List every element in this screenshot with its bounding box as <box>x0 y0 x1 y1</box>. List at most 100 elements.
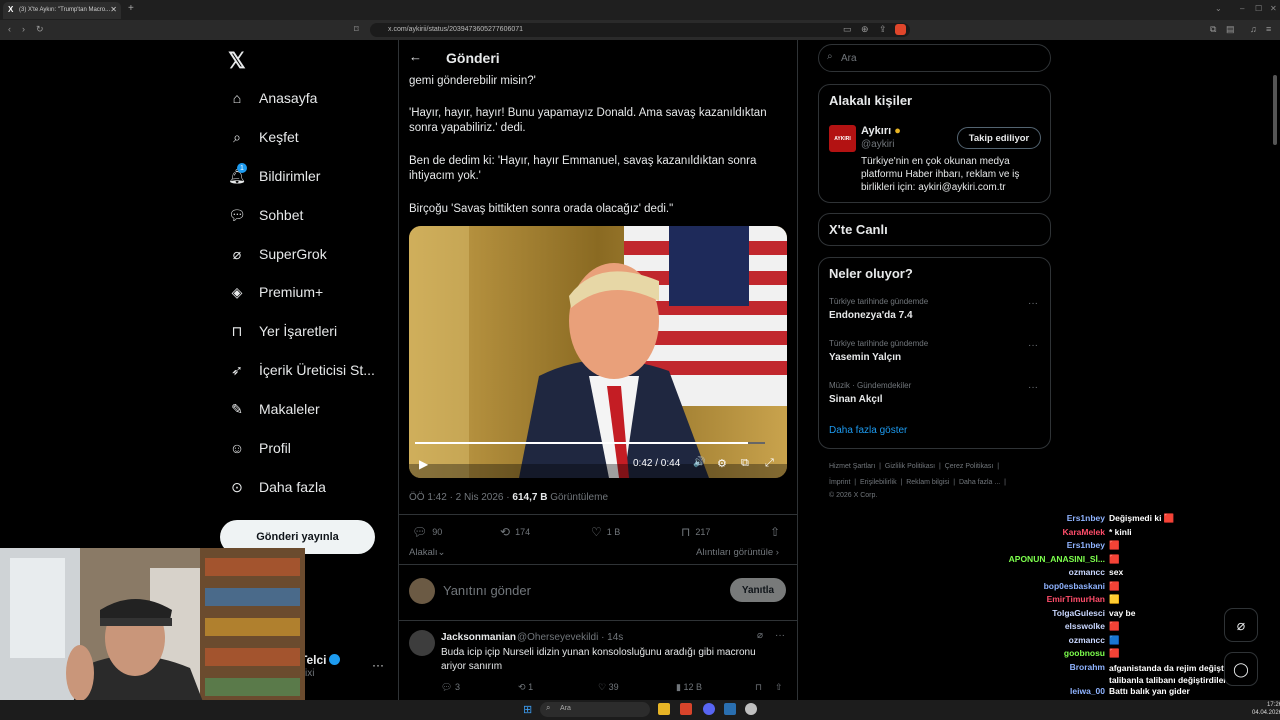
chat-username[interactable]: Brorahm <box>995 662 1105 672</box>
windows-start-icon[interactable]: ⊞ <box>523 703 532 716</box>
repost-action[interactable]: ⟲ 174 <box>500 525 530 539</box>
brave-shield-icon[interactable] <box>895 24 906 35</box>
chat-username[interactable]: EmirTimurHan <box>995 594 1105 604</box>
media-icon[interactable]: ♫ <box>1250 24 1257 34</box>
footer-link[interactable]: Hizmet Şartları <box>829 463 875 470</box>
reply-input[interactable]: Yanıtını gönder <box>443 583 531 598</box>
discord-icon[interactable] <box>703 703 715 715</box>
video-progress-track[interactable] <box>415 442 765 444</box>
grok-icon[interactable]: ⌀ <box>757 630 763 641</box>
show-more-link[interactable]: Daha fazla göster <box>829 425 907 436</box>
popout-icon[interactable]: ⧉ <box>741 457 749 470</box>
following-button[interactable]: Takip ediliyor <box>957 127 1041 149</box>
forward-nav-icon[interactable]: › <box>22 24 25 34</box>
browser-tab[interactable]: X (3) X'te Aykırı: "Trump'tan Macro... ✕ <box>3 2 121 19</box>
reply-button[interactable]: Yanıtla <box>730 578 786 602</box>
chat-username[interactable]: Ers1nbey <box>995 513 1105 523</box>
back-nav-icon[interactable]: ‹ <box>8 24 11 34</box>
chat-username[interactable]: APONUN_ANASINI_Sİ... <box>995 554 1105 564</box>
minimize-icon[interactable]: – <box>1240 4 1244 13</box>
folder-icon[interactable] <box>658 703 670 715</box>
reply-reply-action[interactable]: 💬︎ 3 <box>441 682 460 693</box>
new-tab-icon[interactable]: + <box>128 3 134 14</box>
steam-icon[interactable] <box>724 703 736 715</box>
trend-title[interactable]: Endonezya'da 7.4 <box>829 310 913 321</box>
footer-link[interactable]: İmprint <box>829 479 850 486</box>
share-page-icon[interactable]: ⇪ <box>879 24 887 35</box>
sidebar-item-profil[interactable]: ☺ Profil <box>228 433 291 463</box>
like-action[interactable]: ♡ 1 B <box>591 525 620 539</box>
sidebar-item-i-çerik-üreticisi-st-[interactable]: ➶ İçerik Üreticisi St... <box>228 355 375 385</box>
fullscreen-icon[interactable]: ⤢ <box>765 457 774 470</box>
sidebar-item-keşfet[interactable]: ⌕ Keşfet <box>228 122 299 152</box>
chat-username[interactable]: Ers1nbey <box>995 540 1105 550</box>
tab-list-icon[interactable]: ⌄ <box>1215 4 1222 13</box>
reply-action[interactable]: 💬︎ 90 <box>412 525 442 539</box>
account-more-icon[interactable]: ··· <box>372 658 384 672</box>
trend-title[interactable]: Yasemin Yalçın <box>829 352 901 363</box>
chat-username[interactable]: KaraMelek <box>995 527 1105 537</box>
bookmark-action[interactable]: ⊓ 217 <box>681 525 710 539</box>
sidebar-item-premium-[interactable]: ◈ Premium+ <box>228 277 324 307</box>
x-home-logo-icon[interactable]: 𝕏 <box>228 48 246 74</box>
trend-more-icon[interactable]: ··· <box>1028 298 1038 309</box>
chat-username[interactable]: leiwa_00 <box>995 686 1105 696</box>
address-bar[interactable]: x.com/aykirii/status/2039473605277606071 <box>370 23 910 37</box>
system-clock[interactable]: 17:26 04.04.2026 <box>1252 701 1280 717</box>
reply-like-action[interactable]: ♡ 39 <box>598 682 619 693</box>
search-input[interactable]: Ara <box>818 44 1051 72</box>
chat-username[interactable]: goobnosu <box>995 648 1105 658</box>
chat-username[interactable]: bop0esbaskani <box>995 581 1105 591</box>
quotes-link[interactable]: Alıntıları görüntüle › <box>696 547 779 558</box>
reply-more-icon[interactable]: ··· <box>775 630 785 641</box>
footer-link[interactable]: Erişilebilirlik <box>860 479 897 486</box>
extensions-icon[interactable]: ⧉ <box>1210 24 1216 35</box>
aykiri-avatar[interactable]: AYKIRI <box>829 125 856 152</box>
sidebar-toggle-icon[interactable]: ▤ <box>1226 24 1235 35</box>
sidebar-item-sohbet[interactable]: 💬︎ Sohbet <box>228 200 303 230</box>
sort-dropdown[interactable]: Alakalı⌄ <box>409 547 445 558</box>
sidebar-item-anasayfa[interactable]: ⌂ Anasayfa <box>228 83 318 113</box>
page-scrollbar[interactable] <box>1273 75 1277 145</box>
footer-link[interactable]: Daha fazla ... <box>959 479 1000 486</box>
close-tab-icon[interactable]: ✕ <box>110 5 117 14</box>
footer-link[interactable]: Reklam bilgisi <box>906 479 949 486</box>
grok-fab-icon[interactable]: ⌀ <box>1224 608 1258 642</box>
sidebar-item-makaleler[interactable]: ✎ Makaleler <box>228 394 320 424</box>
sidebar-item-daha-fazla[interactable]: ⊙ Daha fazla <box>228 472 326 502</box>
zoom-icon[interactable]: ⊕ <box>861 24 869 35</box>
messages-fab-icon[interactable]: ◯ <box>1224 652 1258 686</box>
sidebar-item-supergrok[interactable]: ⌀ SuperGrok <box>228 239 327 269</box>
trend-title[interactable]: Sinan Akçıl <box>829 394 883 405</box>
reply-bookmark-icon[interactable]: ⊓ <box>755 682 762 693</box>
taskbar-search[interactable]: Ara <box>540 702 650 717</box>
back-arrow-icon[interactable]: ← <box>409 49 422 64</box>
play-icon[interactable]: ▶ <box>419 457 428 471</box>
sidebar-item-bildirimler[interactable]: 🔔︎ 1 Bildirimler <box>228 161 320 191</box>
share-icon[interactable]: ⇧ <box>770 525 780 539</box>
trend-more-icon[interactable]: ··· <box>1028 340 1038 351</box>
reload-icon[interactable]: ↻ <box>36 24 44 35</box>
footer-link[interactable]: Çerez Politikası <box>945 463 994 470</box>
sidebar-item-yer-i-şaretleri[interactable]: ⊓ Yer İşaretleri <box>228 316 338 346</box>
close-window-icon[interactable]: ✕ <box>1270 4 1277 13</box>
app-icon[interactable] <box>745 703 757 715</box>
video-player[interactable]: ▶ 0:42 / 0:44 🔊 ⚙ ⧉ ⤢ <box>409 226 787 478</box>
reader-icon[interactable]: ▭ <box>843 24 852 35</box>
person-name[interactable]: Aykırı ● <box>861 125 901 137</box>
settings-icon[interactable]: ⚙ <box>717 457 727 470</box>
reply-share-icon[interactable]: ⇧ <box>775 682 783 693</box>
brave-icon[interactable] <box>680 703 692 715</box>
trend-more-icon[interactable]: ··· <box>1028 382 1038 393</box>
volume-icon[interactable]: 🔊 <box>693 457 705 468</box>
maximize-icon[interactable]: ☐ <box>1255 4 1262 13</box>
footer-link[interactable]: Gizlilik Politikası <box>885 463 935 470</box>
chat-username[interactable]: TolgaGulesci <box>995 608 1105 618</box>
reply-avatar[interactable] <box>409 630 435 656</box>
reply-author-name[interactable]: Jacksonmanian <box>441 632 516 643</box>
menu-icon[interactable]: ≡ <box>1266 24 1271 34</box>
chat-username[interactable]: ozmancc <box>995 635 1105 645</box>
chat-username[interactable]: elsswolke <box>995 621 1105 631</box>
reply-repost-action[interactable]: ⟲ 1 <box>518 682 533 693</box>
reply-views-action[interactable]: ▮ 12 B <box>676 682 702 693</box>
